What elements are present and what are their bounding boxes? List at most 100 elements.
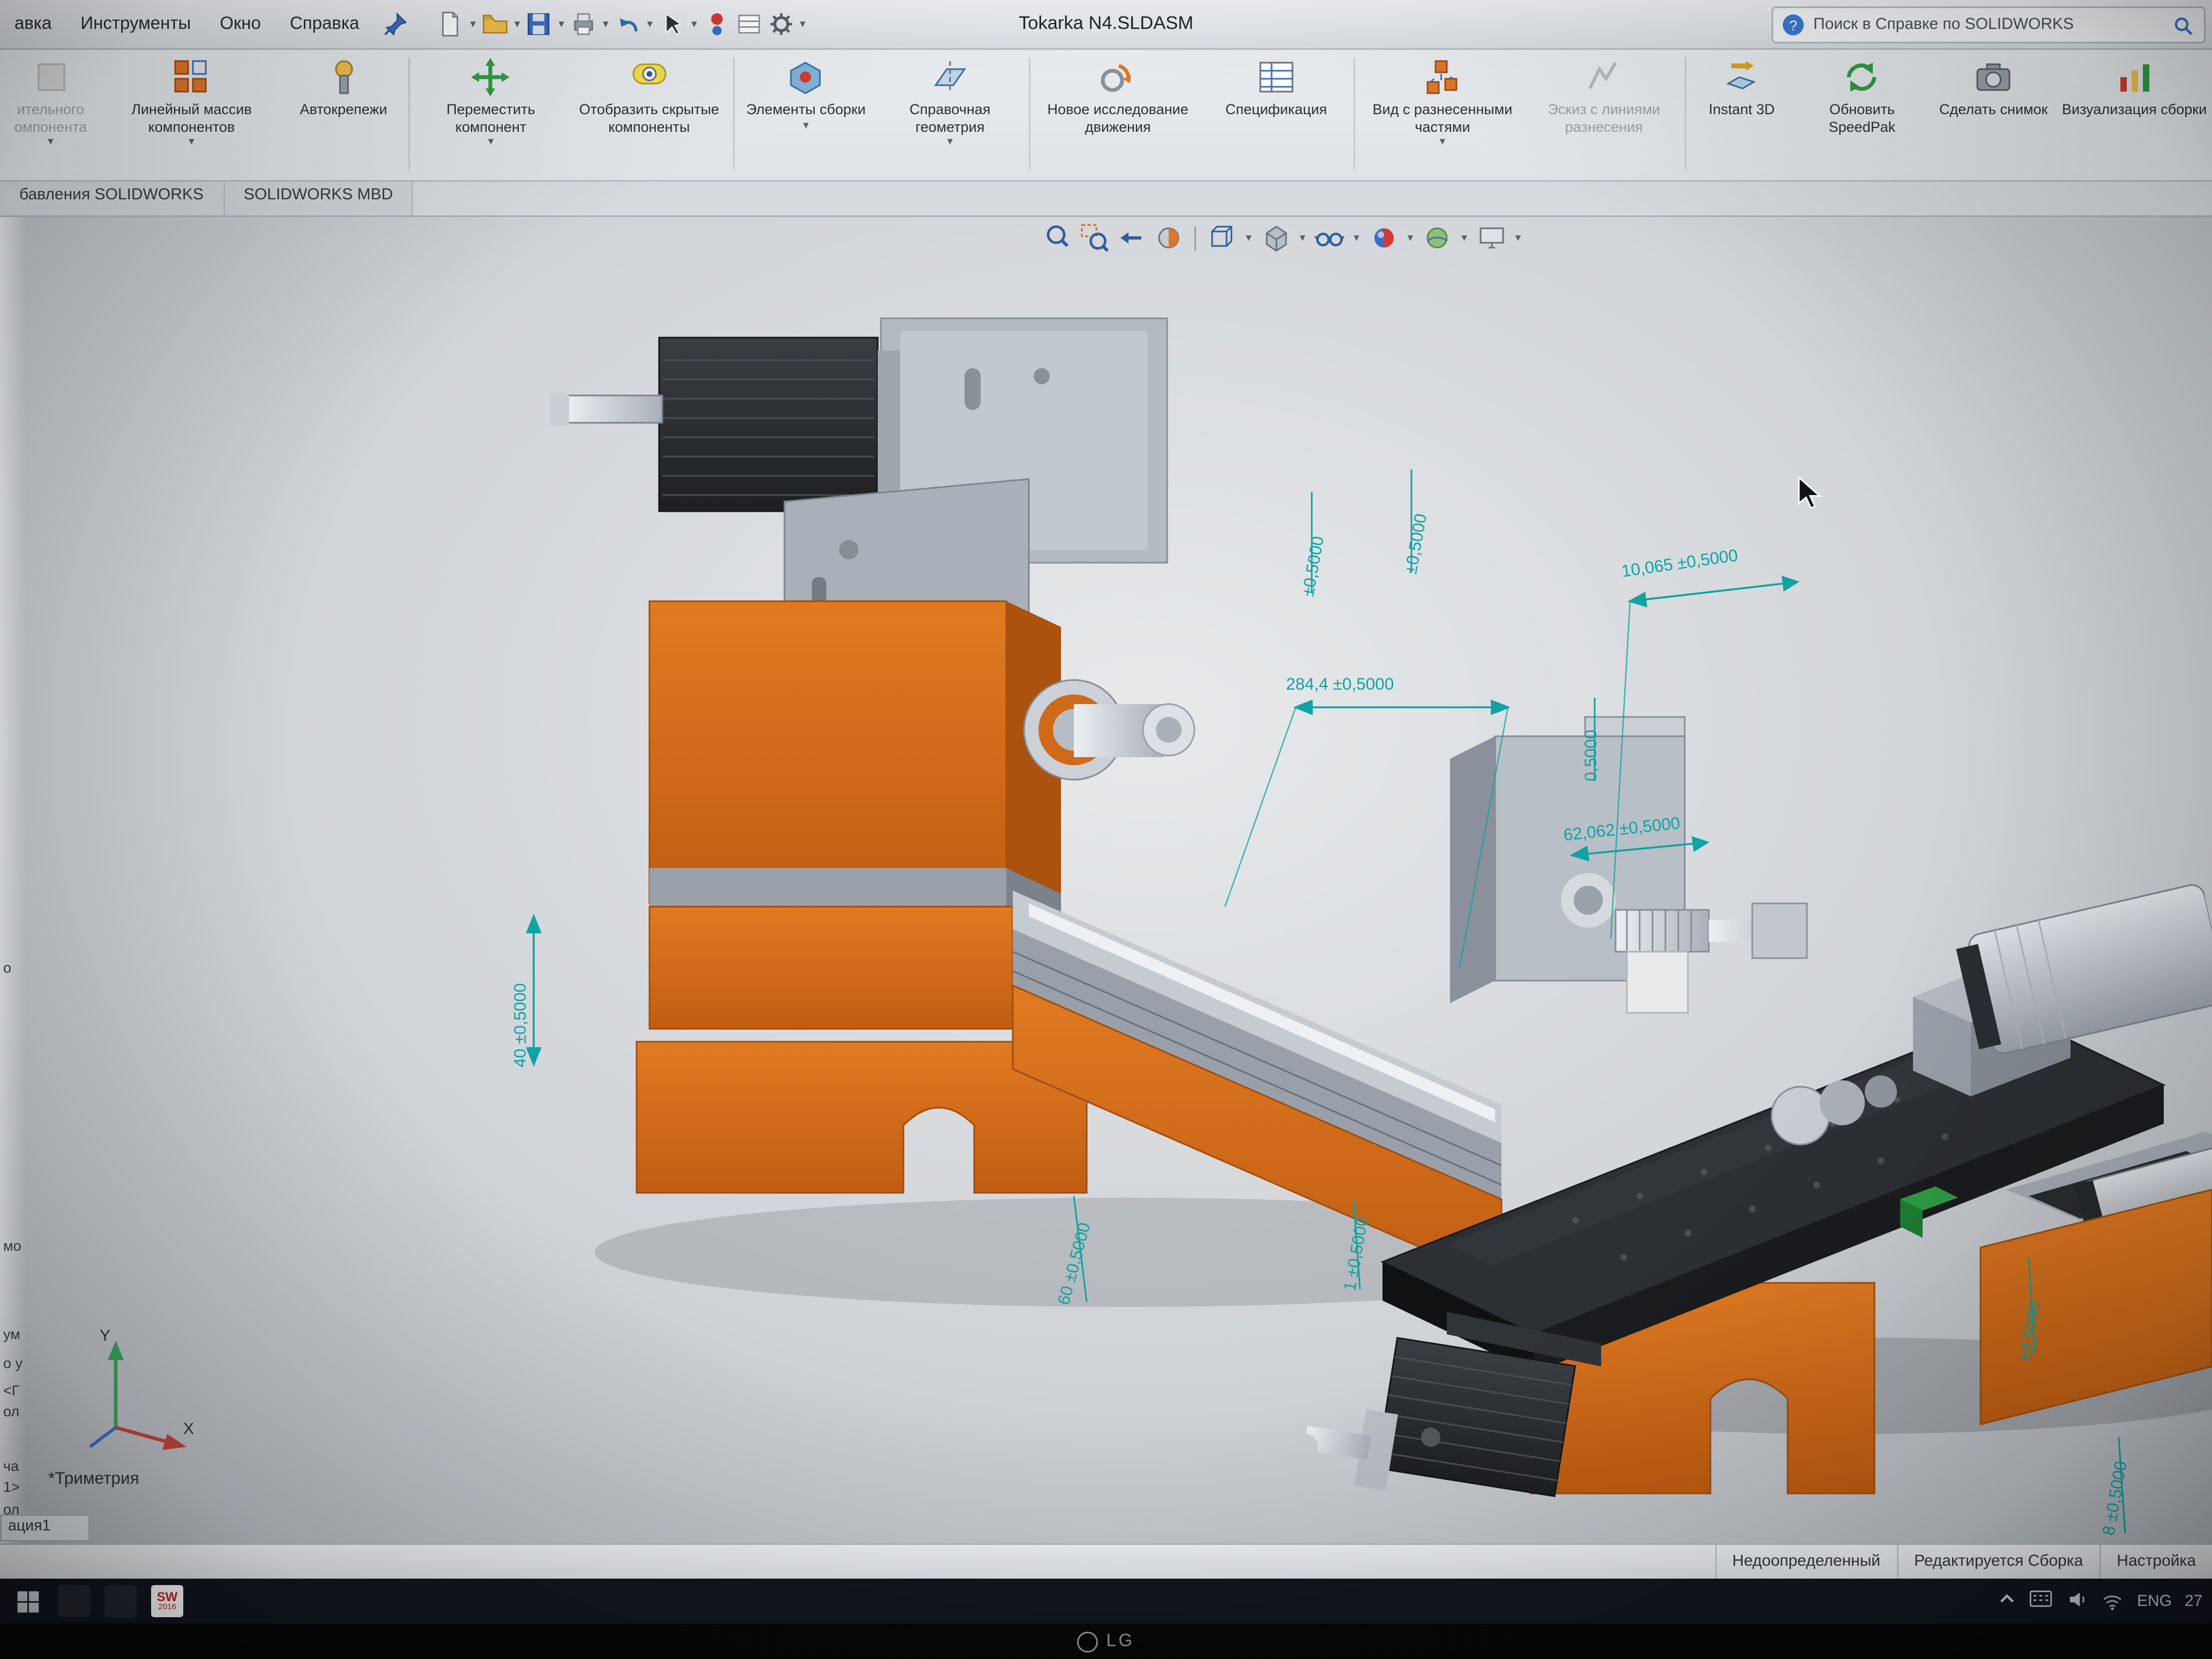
ribbon-assembly-features-button[interactable]: Элементы сборки▾ <box>738 48 874 180</box>
zoom-fit-icon[interactable] <box>1042 222 1074 254</box>
status-configuration[interactable]: Настройка <box>2099 1545 2212 1580</box>
view-settings-icon[interactable] <box>1475 222 1507 254</box>
menu-window[interactable]: Окно <box>205 0 275 48</box>
open-dropdown-caret[interactable]: ▾ <box>514 18 520 31</box>
options-dropdown-caret[interactable]: ▾ <box>800 18 806 31</box>
ribbon-exploded-view-button[interactable]: Вид с разнесенными частями▾ <box>1358 48 1526 180</box>
mouse-cursor <box>1797 476 1823 519</box>
ribbon-linear-pattern-button[interactable]: Линейный массив компонентов▾ <box>101 48 282 180</box>
monitor-bezel: LG <box>0 1624 2212 1659</box>
menu-tools[interactable]: Инструменты <box>66 0 205 48</box>
solidworks-taskbar-icon[interactable]: SW 2016 <box>150 1583 185 1619</box>
print-icon[interactable] <box>567 8 600 40</box>
ribbon-update-speedpak-button[interactable]: Обновить SpeedPak <box>1794 48 1930 180</box>
tab-solidworks-addins[interactable]: бавления SOLIDWORKS <box>0 180 225 215</box>
display-list-icon[interactable] <box>733 8 765 40</box>
new-document-icon[interactable] <box>435 8 467 40</box>
menu-help[interactable]: Справка <box>275 0 373 48</box>
instant3d-icon <box>1721 56 1762 98</box>
ribbon-motion-study-button[interactable]: Новое исследование движения <box>1034 48 1202 180</box>
undo-icon[interactable] <box>612 8 644 40</box>
edit-appearance-icon[interactable] <box>1367 222 1400 254</box>
ribbon-instant3d-button[interactable]: Instant 3D <box>1690 48 1794 180</box>
ribbon-take-snapshot-button[interactable]: Сделать снимок <box>1930 48 2057 180</box>
orientation-triad: Y X <box>77 1321 206 1464</box>
lg-logo-icon <box>1077 1631 1098 1652</box>
tree-fragment: о у <box>3 1355 23 1371</box>
triad-x-label: X <box>183 1420 194 1438</box>
menu-edit-partial[interactable]: авка <box>0 0 66 48</box>
tree-fragment: 1> <box>3 1479 20 1495</box>
explode-line-sketch-icon <box>1583 56 1625 98</box>
display-style-icon[interactable] <box>1260 222 1292 254</box>
pin-menu-icon[interactable] <box>383 11 409 37</box>
tray-expand-icon[interactable] <box>1999 1590 2016 1612</box>
tree-fragment: ум <box>3 1326 20 1342</box>
ribbon-move-component-button[interactable]: Переместить компонент▾ <box>413 48 569 180</box>
ribbon-reference-geometry-button[interactable]: Справочная геометрия▾ <box>874 48 1026 180</box>
open-icon[interactable] <box>479 8 511 40</box>
tab-solidworks-mbd[interactable]: SOLIDWORKS MBD <box>225 180 414 215</box>
volume-icon[interactable] <box>2066 1588 2089 1615</box>
smart-fasteners-icon <box>323 56 364 98</box>
ribbon-show-hidden-button[interactable]: Отобразить скрытые компоненты <box>569 48 730 180</box>
save-icon[interactable] <box>523 8 555 40</box>
view-orientation-icon[interactable] <box>1206 222 1238 254</box>
view-orientation-label: *Триметрия <box>48 1469 139 1489</box>
status-bar: Недоопределенный Редактируется Сборка На… <box>0 1543 2212 1580</box>
undo-dropdown-caret[interactable]: ▾ <box>647 18 653 31</box>
exploded-view-icon <box>1422 56 1463 98</box>
taskbar-clock[interactable]: 27 <box>2185 1593 2209 1610</box>
apply-scene-icon[interactable] <box>1421 222 1453 254</box>
print-dropdown-caret[interactable]: ▾ <box>603 18 609 31</box>
move-component-icon <box>470 56 512 98</box>
bill-of-materials-icon <box>1256 56 1297 98</box>
ribbon-assembly-visualization-button[interactable]: Визуализация сборки <box>2057 48 2212 180</box>
dimension-label[interactable]: 0,5000 <box>1582 730 1601 781</box>
zoom-area-icon[interactable] <box>1079 222 1111 254</box>
start-button[interactable] <box>10 1583 45 1619</box>
help-icon: ? <box>1783 14 1804 35</box>
linear-pattern-icon <box>170 56 212 98</box>
taskbar-app-icon[interactable] <box>103 1583 138 1619</box>
quick-access-toolbar: ▾ ▾ ▾ ▾ ▾ ▾ ▾ <box>435 8 809 40</box>
assembly-visualization-icon <box>2113 56 2155 98</box>
dimension-label[interactable]: 40 ±0,5000 <box>511 983 530 1067</box>
help-search-text: Поиск в Справке по SOLIDWORKS <box>1813 16 2074 34</box>
ribbon-insert-component-button[interactable]: ительного омпонента▾ <box>0 48 101 180</box>
select-icon[interactable] <box>656 8 688 40</box>
select-dropdown-caret[interactable]: ▾ <box>691 18 697 31</box>
ribbon-explode-sketch-button[interactable]: Эскиз с линиями разнесения <box>1527 48 1682 180</box>
dimension-label[interactable]: 284,4 ±0,5000 <box>1286 675 1394 694</box>
help-search-box[interactable]: ? Поиск в Справке по SOLIDWORKS <box>1772 6 2206 43</box>
status-editing-assembly: Редактируется Сборка <box>1896 1545 2099 1580</box>
model-tab-fragment[interactable]: ация1 <box>0 1514 90 1542</box>
new-dropdown-caret[interactable]: ▾ <box>470 18 476 31</box>
hide-show-items-icon[interactable] <box>1313 222 1346 254</box>
previous-view-icon[interactable] <box>1116 222 1148 254</box>
commandmanager-tab-strip: бавления SOLIDWORKS SOLIDWORKS MBD <box>0 180 2212 217</box>
motion-study-icon <box>1097 56 1139 98</box>
options-gear-icon[interactable] <box>765 8 797 40</box>
feature-tree-cut-strip <box>0 215 26 1543</box>
network-icon[interactable] <box>2102 1588 2124 1615</box>
lathe-assembly-model[interactable] <box>0 215 2212 1543</box>
tree-fragment: <Г <box>3 1382 19 1399</box>
save-dropdown-caret[interactable]: ▾ <box>558 18 564 31</box>
tree-fragment: ол <box>3 1403 19 1419</box>
ribbon-bom-button[interactable]: Спецификация <box>1202 48 1351 180</box>
graphics-area[interactable]: ▾ ▾ ▾ ▾ ▾ ▾ 284,4 ±0,5000 10,065 ±0,5000… <box>0 215 2212 1543</box>
search-magnifier-icon[interactable] <box>2172 14 2194 36</box>
rebuild-icon[interactable] <box>700 8 733 40</box>
assembly-features-icon <box>785 56 827 98</box>
section-view-icon[interactable] <box>1153 222 1185 254</box>
heads-up-view-toolbar: ▾ ▾ ▾ ▾ ▾ ▾ <box>1042 222 1524 254</box>
system-tray: ENG 27 <box>1999 1588 2212 1615</box>
show-hidden-components-icon <box>628 56 670 98</box>
ribbon-smart-fasteners-button[interactable]: Автокрепежи <box>282 48 405 180</box>
touch-keyboard-icon[interactable] <box>2029 1590 2053 1612</box>
windows-taskbar: SW 2016 ENG 27 <box>0 1579 2212 1624</box>
taskbar-app-icon[interactable] <box>56 1583 92 1619</box>
language-indicator[interactable]: ENG <box>2137 1593 2172 1610</box>
update-speedpak-icon <box>1841 56 1883 98</box>
